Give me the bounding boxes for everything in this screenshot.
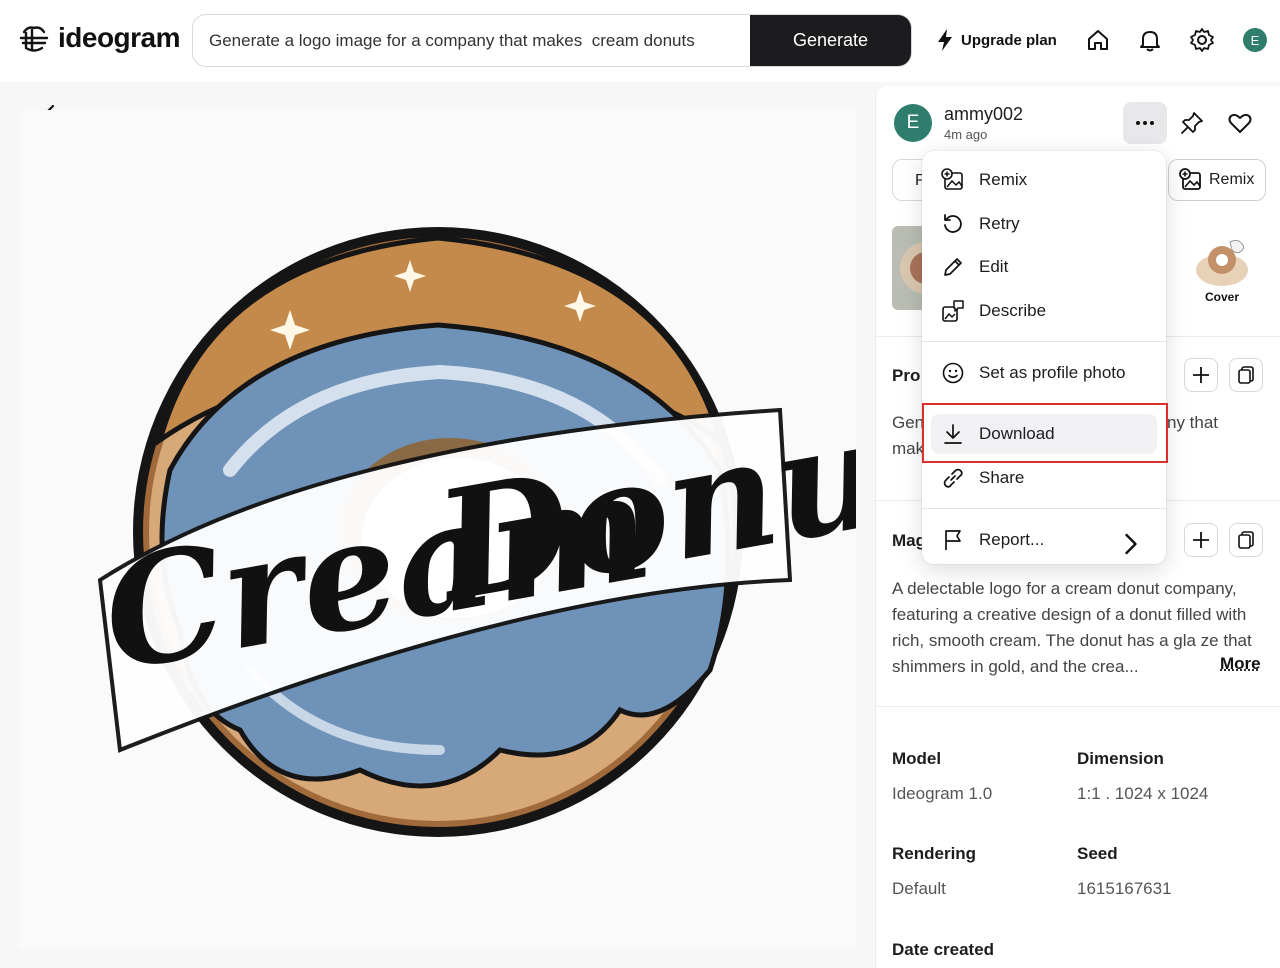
menu-item-retry[interactable]: Retry — [931, 204, 1157, 244]
menu-item-label: Report... — [979, 530, 1044, 550]
author-row[interactable]: E ammy002 4m ago — [894, 104, 1023, 142]
link-icon — [941, 466, 965, 490]
heart-icon[interactable] — [1227, 110, 1253, 136]
magic-prompt-heading: Mag — [892, 531, 926, 551]
upgrade-plan-label: Upgrade plan — [961, 32, 1057, 49]
remix-icon — [1179, 168, 1203, 192]
seed-value: 1615167631 — [1077, 879, 1172, 899]
menu-item-label: Describe — [979, 301, 1046, 321]
home-icon[interactable] — [1085, 27, 1111, 53]
magic-prompt-description: A delectable logo for a cream donut comp… — [892, 576, 1266, 680]
model-value: Ideogram 1.0 — [892, 784, 992, 804]
prompt-text-start-2: mak — [892, 436, 924, 462]
copy-prompt-button[interactable] — [1229, 358, 1263, 392]
menu-item-describe[interactable]: Describe — [931, 291, 1157, 331]
dimension-value: 1:1 . 1024 x 1024 — [1077, 784, 1208, 804]
cream-donut-logo-artwork: Cream Donut — [20, 110, 856, 948]
divider — [876, 706, 1280, 707]
thumbnail-partial[interactable] — [892, 226, 926, 310]
cover-image — [1192, 236, 1252, 288]
add-magic-prompt-button[interactable] — [1184, 523, 1218, 557]
top-bar: ideogram Generate Upgrade plan E — [0, 0, 1280, 82]
remix-icon — [941, 168, 965, 192]
user-avatar[interactable]: E — [1243, 28, 1267, 52]
smiley-icon — [941, 361, 965, 385]
generated-image: Cream Donut — [20, 110, 856, 948]
menu-item-share[interactable]: Share — [931, 458, 1157, 498]
seed-label: Seed — [1077, 844, 1118, 864]
cover-thumbnail[interactable]: Cover — [1179, 226, 1265, 310]
prompt-input[interactable] — [193, 15, 750, 66]
pin-icon[interactable] — [1179, 110, 1205, 136]
describe-icon — [941, 299, 965, 323]
thumbnail-image — [892, 226, 926, 310]
menu-item-label: Remix — [979, 170, 1027, 190]
plus-icon — [1191, 530, 1211, 550]
generate-button[interactable]: Generate — [750, 15, 911, 66]
flag-icon — [941, 528, 965, 552]
menu-divider — [922, 508, 1166, 509]
cover-label: Cover — [1205, 290, 1239, 304]
remix-tab-label: Remix — [1209, 171, 1254, 189]
menu-item-set-profile-photo[interactable]: Set as profile photo — [931, 353, 1157, 393]
logo[interactable]: ideogram — [18, 22, 180, 54]
author-username[interactable]: ammy002 — [944, 104, 1023, 125]
upgrade-plan-button[interactable]: Upgrade plan — [935, 28, 1057, 52]
menu-item-report[interactable]: Report... — [931, 520, 1157, 560]
menu-item-remix[interactable]: Remix — [931, 160, 1157, 200]
download-highlight-outline — [922, 403, 1168, 463]
logo-brain-icon — [18, 22, 50, 54]
prompt-text-start-1: Gen — [892, 410, 924, 436]
gear-icon[interactable] — [1189, 27, 1215, 53]
bell-icon[interactable] — [1137, 27, 1163, 53]
prompt-text-end: ny that — [1167, 410, 1218, 436]
copy-icon — [1236, 365, 1256, 385]
more-link[interactable]: More — [1220, 654, 1261, 674]
image-viewer: Cream Donut — [0, 82, 873, 968]
copy-magic-prompt-button[interactable] — [1229, 523, 1263, 557]
menu-divider — [922, 341, 1166, 342]
pencil-icon — [941, 255, 965, 279]
author-avatar[interactable]: E — [894, 104, 932, 142]
copy-icon — [1236, 530, 1256, 550]
menu-item-label: Set as profile photo — [979, 363, 1125, 383]
rendering-label: Rendering — [892, 844, 976, 864]
plus-icon — [1191, 365, 1211, 385]
add-prompt-button[interactable] — [1184, 358, 1218, 392]
remix-tab-button[interactable]: Remix — [1168, 159, 1266, 201]
ellipsis-icon — [1135, 120, 1155, 126]
menu-item-edit[interactable]: Edit — [931, 247, 1157, 287]
rendering-value: Default — [892, 879, 946, 899]
model-label: Model — [892, 749, 941, 769]
chevron-right-icon — [1119, 532, 1143, 556]
bolt-icon — [935, 28, 955, 52]
menu-item-label: Retry — [979, 214, 1020, 234]
options-menu: Remix Retry Edit Describe Set as profile… — [922, 151, 1166, 564]
post-time: 4m ago — [944, 127, 1023, 142]
prompt-bar: Generate — [192, 14, 912, 67]
retry-icon — [941, 212, 965, 236]
dimension-label: Dimension — [1077, 749, 1164, 769]
date-created-label: Date created — [892, 940, 994, 960]
prompt-section-heading: Pro — [892, 366, 920, 386]
more-options-button[interactable] — [1123, 102, 1167, 144]
menu-item-label: Share — [979, 468, 1024, 488]
menu-item-label: Edit — [979, 257, 1008, 277]
logo-text: ideogram — [58, 22, 180, 54]
